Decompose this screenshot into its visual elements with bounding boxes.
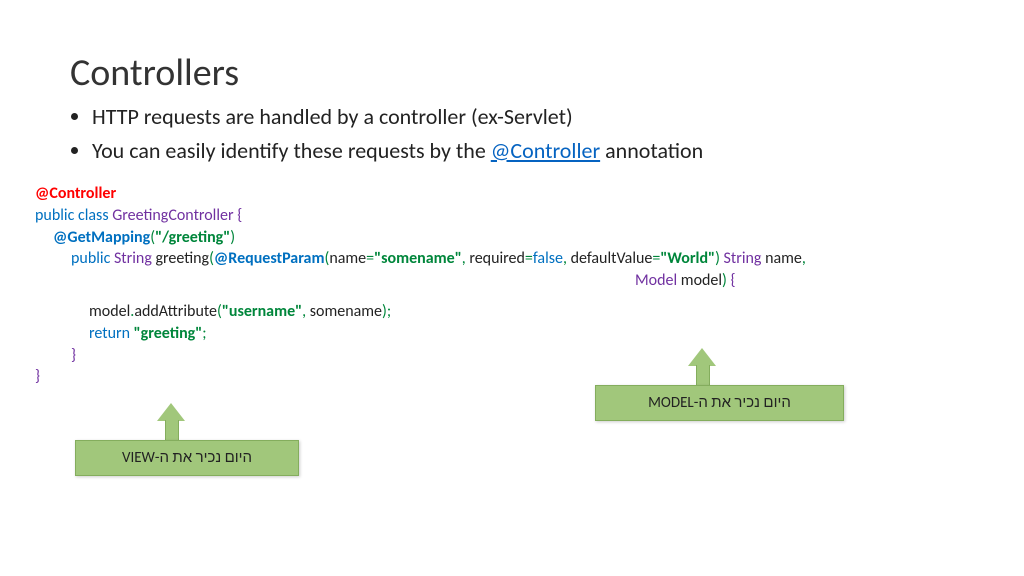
bullet-list: HTTP requests are handled by a controlle… (70, 102, 954, 165)
param-key: defaultValue (571, 249, 653, 268)
string-val: "greeting" (134, 324, 203, 343)
string-val: "somename" (374, 249, 462, 268)
code-line-4: public String greeting(@RequestParam(nam… (35, 248, 954, 270)
var-model: model (89, 302, 130, 321)
arrow-up-icon (688, 348, 716, 366)
method-call: addAttribute (134, 302, 217, 321)
code-line-6: model.addAttribute("username", somename)… (35, 301, 954, 323)
paren: ) (715, 249, 723, 268)
code-blank (35, 291, 954, 301)
param-key: required (469, 249, 525, 268)
code-line-2: public class GreetingController { (35, 205, 954, 227)
callout-model: היום נכיר את ה-MODEL (595, 385, 844, 421)
code-line-1: @Controller (35, 183, 954, 205)
code-block: @Controller public class GreetingControl… (35, 183, 954, 387)
comma: , (302, 302, 310, 321)
annotation-controller: @Controller (35, 184, 116, 203)
code-line-7: return "greeting"; (35, 323, 954, 345)
callout-view: היום נכיר את ה-VIEW (75, 440, 299, 476)
string-val: "username" (222, 302, 302, 321)
kw-public: public (71, 249, 114, 268)
param-key: name (329, 249, 366, 268)
arrow-stem (165, 420, 179, 440)
kw-public: public (35, 206, 78, 225)
brace-close: } (35, 367, 40, 386)
arrow-stem (696, 365, 710, 385)
kw-return: return (89, 324, 134, 343)
code-line-3: @GetMapping("/greeting") (35, 227, 954, 249)
arg: somename (310, 302, 382, 321)
paren: ); (382, 302, 391, 321)
equals: = (525, 249, 533, 268)
code-line-5: Model model) { (35, 270, 954, 292)
string-path: "/greeting" (155, 228, 230, 247)
method-name: greeting (155, 249, 209, 268)
brace-open: { (731, 271, 736, 290)
kw-false: false (533, 249, 563, 268)
slide-title: Controllers (70, 50, 954, 96)
type-string: String (724, 249, 766, 268)
slide-body: Controllers HTTP requests are handled by… (0, 0, 1024, 408)
controller-link[interactable]: @Controller (491, 137, 600, 164)
annotation-getmapping: @GetMapping (53, 228, 150, 247)
bullet-2-pre: You can easily identify these requests b… (92, 137, 491, 164)
arrow-up-icon (157, 403, 185, 421)
equals: = (366, 249, 374, 268)
bullet-2-post: annotation (600, 137, 703, 164)
type-model: Model (635, 271, 681, 290)
comma: , (802, 249, 806, 268)
brace-close: } (71, 346, 76, 365)
param-name: model (681, 271, 722, 290)
paren: ) (230, 228, 235, 247)
kw-class: class (78, 206, 112, 225)
class-name: GreetingController (112, 206, 237, 225)
bullet-1: HTTP requests are handled by a controlle… (92, 102, 954, 132)
code-line-8: } (35, 345, 954, 367)
bullet-2: You can easily identify these requests b… (92, 136, 954, 166)
param-name: name (765, 249, 802, 268)
annotation-requestparam: @RequestParam (214, 249, 325, 268)
type-string: String (114, 249, 156, 268)
semi: ; (202, 324, 206, 343)
brace-open: { (237, 206, 242, 225)
comma: , (563, 249, 571, 268)
string-val: "World" (660, 249, 715, 268)
paren: ) (722, 271, 730, 290)
